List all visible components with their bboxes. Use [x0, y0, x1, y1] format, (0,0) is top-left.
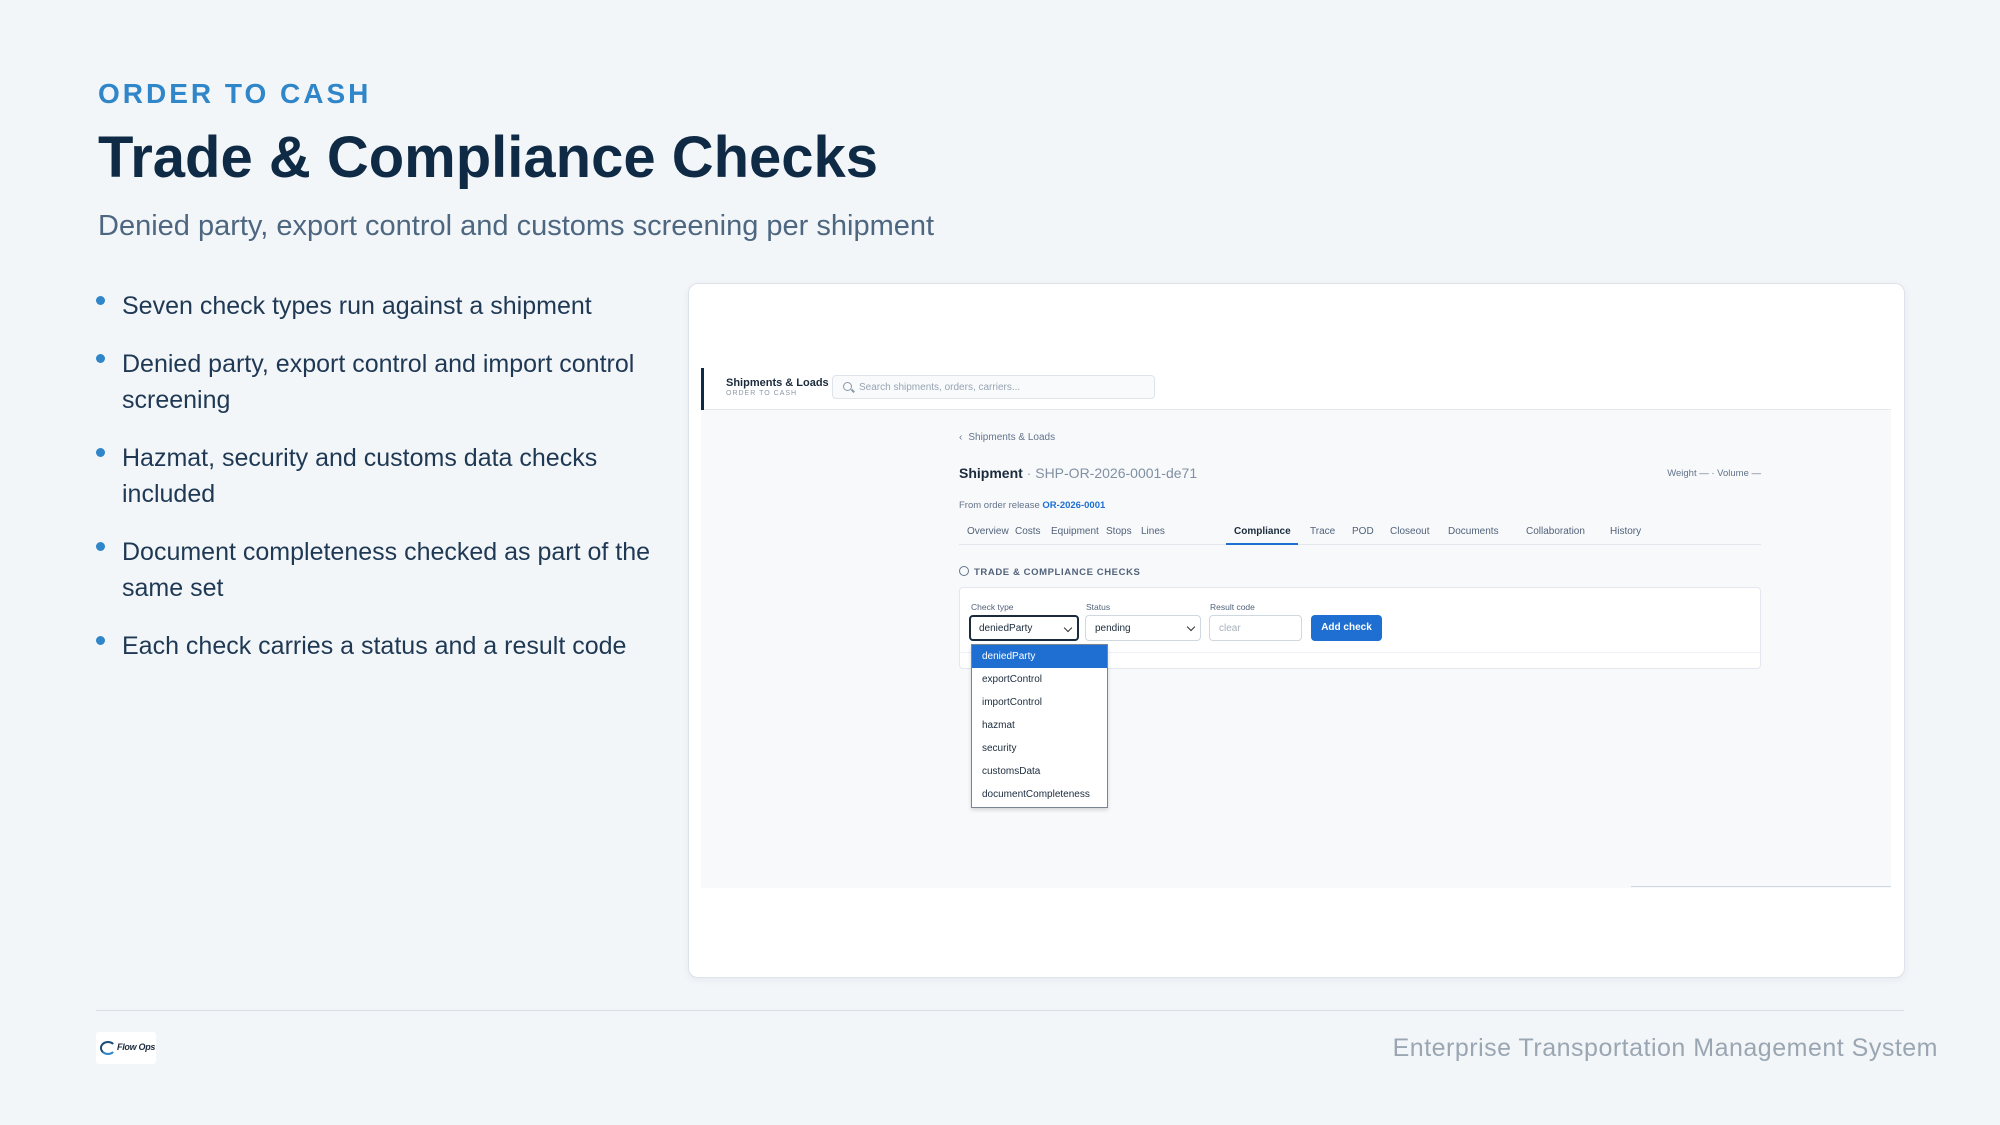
dropdown-option[interactable]: deniedParty: [972, 645, 1107, 668]
dropdown-option[interactable]: importControl: [972, 691, 1107, 714]
search-icon: [843, 382, 852, 391]
app-header: Shipments & Loads ORDER TO CASH Search s…: [701, 368, 1891, 410]
bullet-text: Document completeness checked as part of…: [122, 538, 651, 602]
bullet-text: Hazmat, security and customs data checks…: [122, 444, 598, 508]
search-placeholder: Search shipments, orders, carriers...: [859, 382, 1021, 393]
check-type-dropdown: deniedParty exportControl importControl …: [971, 644, 1108, 808]
tab-overview[interactable]: Overview: [967, 526, 1009, 537]
search-input[interactable]: Search shipments, orders, carriers...: [832, 375, 1155, 399]
dropdown-option[interactable]: exportControl: [972, 668, 1107, 691]
slide-title: Trade & Compliance Checks: [98, 125, 879, 190]
tab-history[interactable]: History: [1610, 526, 1641, 537]
tab-stops[interactable]: Stops: [1106, 526, 1132, 537]
bullet-item: Each check carries a status and a result…: [96, 628, 656, 664]
result-code-label: Result code: [1210, 602, 1255, 612]
dropdown-option[interactable]: customsData: [972, 760, 1107, 783]
tab-bar: Overview Costs Equipment Stops Lines Com…: [959, 519, 1761, 545]
slide-subtitle: Denied party, export control and customs…: [98, 210, 935, 242]
tab-collaboration[interactable]: Collaboration: [1526, 526, 1585, 537]
dropdown-option[interactable]: security: [972, 737, 1107, 760]
chevron-down-icon: [1186, 622, 1196, 632]
bullet-dot-icon: [96, 448, 105, 457]
app-brand-subtitle: ORDER TO CASH: [726, 390, 798, 397]
bullet-dot-icon: [96, 542, 105, 551]
result-code-input[interactable]: clear: [1209, 615, 1302, 641]
bullet-dot-icon: [96, 636, 105, 645]
title-separator: ·: [1022, 465, 1036, 481]
weight-volume: Weight — · Volume —: [1667, 468, 1761, 479]
app-window: Shipments & Loads ORDER TO CASH Search s…: [701, 368, 1891, 888]
shipment-id: SHP-OR-2026-0001-de71: [1035, 465, 1198, 481]
logo-swoosh-icon: [100, 1041, 116, 1055]
bullet-text: Denied party, export control and import …: [122, 350, 635, 414]
bullet-item: Document completeness checked as part of…: [96, 534, 656, 606]
shield-check-icon: [959, 566, 969, 576]
status-label: Status: [1086, 602, 1111, 612]
tab-costs[interactable]: Costs: [1015, 526, 1041, 537]
tab-documents[interactable]: Documents: [1448, 526, 1499, 537]
bullet-dot-icon: [96, 354, 105, 363]
chevron-down-icon: [1063, 623, 1073, 633]
section-title: TRADE & COMPLIANCE CHECKS: [974, 567, 1141, 578]
check-type-select[interactable]: deniedParty: [969, 615, 1079, 641]
page-title: Shipment · SHP-OR-2026-0001-de71: [959, 465, 1197, 481]
dropdown-option[interactable]: documentCompleteness: [972, 783, 1107, 806]
tab-trace[interactable]: Trace: [1310, 526, 1335, 537]
bullet-item: Hazmat, security and customs data checks…: [96, 440, 656, 512]
tab-compliance[interactable]: Compliance: [1234, 526, 1291, 537]
bullet-list: Seven check types run against a shipment…: [96, 288, 656, 686]
shipment-label: Shipment: [959, 465, 1023, 481]
tab-lines[interactable]: Lines: [1141, 526, 1165, 537]
status-value: pending: [1095, 623, 1131, 634]
bullet-item: Denied party, export control and import …: [96, 346, 656, 418]
logo-text: Flow Ops: [117, 1042, 156, 1052]
section-heading: TRADE & COMPLIANCE CHECKS: [959, 566, 1140, 578]
order-release: From order release OR-2026-0001: [959, 500, 1105, 511]
logo: Flow Ops: [96, 1032, 156, 1064]
footer-system-name: Enterprise Transportation Management Sys…: [1392, 1034, 1938, 1062]
app-brand[interactable]: Shipments & Loads: [726, 377, 829, 389]
add-check-button[interactable]: Add check: [1311, 615, 1382, 641]
check-type-value: deniedParty: [979, 623, 1033, 634]
panel-edge: [1631, 886, 1891, 887]
check-type-label: Check type: [971, 602, 1014, 612]
breadcrumb[interactable]: ‹ Shipments & Loads: [959, 432, 1055, 443]
bullet-text: Seven check types run against a shipment: [122, 292, 592, 320]
release-prefix: From order release: [959, 500, 1043, 511]
bullet-text: Each check carries a status and a result…: [122, 632, 627, 660]
eyebrow: ORDER TO CASH: [98, 78, 372, 109]
screenshot-card: Shipments & Loads ORDER TO CASH Search s…: [688, 283, 1905, 978]
result-code-placeholder: clear: [1219, 623, 1241, 634]
footer-divider: [96, 1010, 1904, 1011]
bullet-dot-icon: [96, 296, 105, 305]
chevron-left-icon: ‹: [959, 432, 963, 443]
bullet-item: Seven check types run against a shipment: [96, 288, 656, 324]
active-tab-indicator: [1226, 543, 1298, 545]
tab-equipment[interactable]: Equipment: [1051, 526, 1099, 537]
header-accent-bar: [701, 368, 704, 410]
order-release-link[interactable]: OR-2026-0001: [1042, 500, 1105, 511]
tab-pod[interactable]: POD: [1352, 526, 1374, 537]
breadcrumb-label: Shipments & Loads: [968, 432, 1056, 443]
status-select[interactable]: pending: [1085, 615, 1201, 641]
tab-closeout[interactable]: Closeout: [1390, 526, 1429, 537]
dropdown-option[interactable]: hazmat: [972, 714, 1107, 737]
